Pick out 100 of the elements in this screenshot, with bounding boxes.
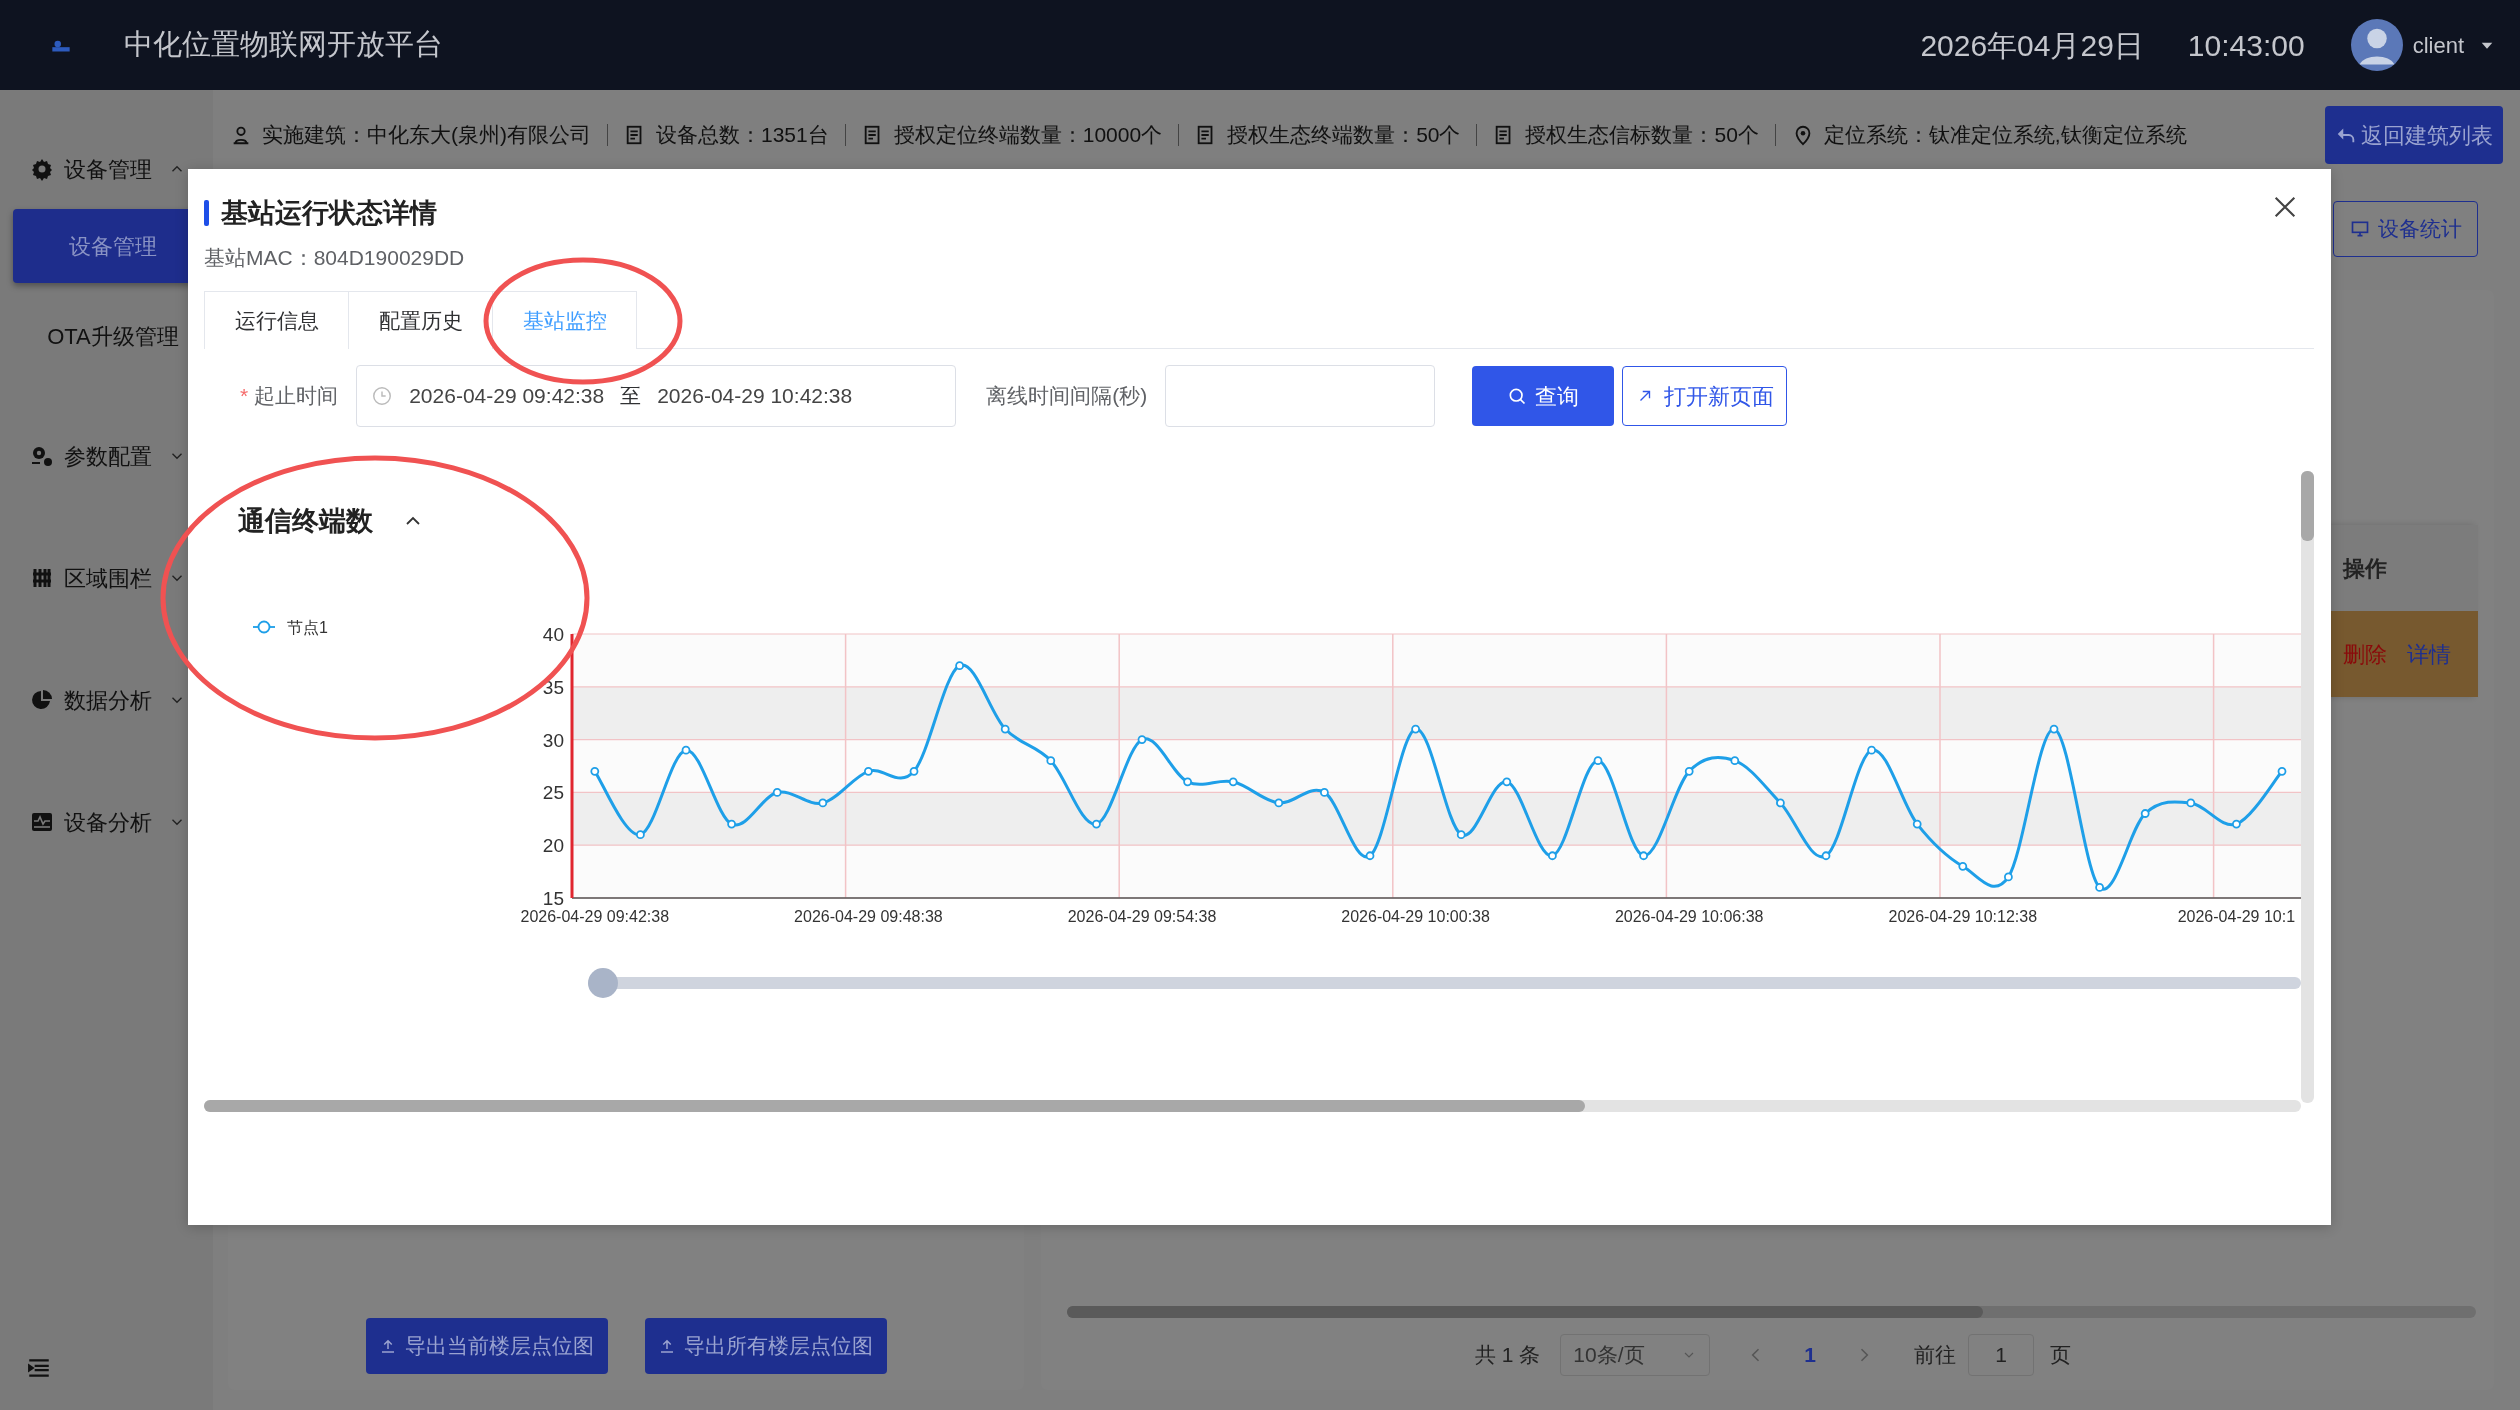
export-button[interactable]: 导出当前楼层点位图 <box>365 1318 608 1374</box>
data-point <box>1639 850 1648 860</box>
export-button[interactable]: 导出所有楼层点位图 <box>644 1318 887 1374</box>
data-point <box>1548 850 1557 860</box>
open-page-button[interactable]: 打开新页面 <box>1622 366 1788 426</box>
y-axis-label: 30 <box>542 729 564 751</box>
info-text: 授权生态终端数量：50个 <box>1227 122 1461 149</box>
info-text: 授权定位终端数量：10000个 <box>893 122 1163 149</box>
data-point <box>864 766 873 776</box>
data-point <box>1776 798 1785 807</box>
page-size-select[interactable]: 10条/页 <box>1560 1334 1711 1376</box>
data-point <box>2186 798 2196 807</box>
info-text: 实施建筑：中化东大(泉州)有限公司 <box>262 122 591 149</box>
vertical-scrollbar[interactable] <box>2301 471 2314 1103</box>
data-point <box>2277 766 2287 776</box>
interval-input[interactable] <box>1165 365 1436 427</box>
data-point <box>1000 724 1010 733</box>
data-point <box>636 829 645 839</box>
data-point <box>1183 776 1192 786</box>
data-point <box>681 745 691 755</box>
sidebar-item[interactable]: 设备分析 <box>0 761 213 883</box>
sidebar-item[interactable]: 参数配置 <box>0 395 213 517</box>
x-axis-label: 2026-04-29 10:06:38 <box>1614 907 1764 925</box>
data-point <box>1456 829 1466 839</box>
data-point <box>1912 819 1922 828</box>
tab[interactable]: 配置历史 <box>348 291 493 349</box>
sidebar-item[interactable]: 区域围栏 <box>0 517 213 639</box>
column-header: 操作 <box>2331 525 2478 611</box>
page-suffix: 页 <box>2050 1342 2072 1369</box>
x-axis-label: 2026-04-29 09:48:38 <box>794 907 943 925</box>
y-axis-label: 20 <box>542 834 564 856</box>
info-text: 定位系统：钛准定位系统,钛衡定位系统 <box>1823 122 2187 149</box>
data-point <box>818 798 828 807</box>
data-point <box>1593 755 1603 765</box>
data-point <box>1092 819 1101 828</box>
x-axis-label: 2026-04-29 10:12:38 <box>1888 907 2038 925</box>
scrollbar[interactable] <box>1067 1306 2476 1318</box>
avatar-icon[interactable] <box>2350 19 2403 71</box>
date-text: 2026年04月29日 <box>1920 27 2144 64</box>
data-point <box>1365 850 1375 860</box>
data-point <box>2049 724 2059 733</box>
data-point <box>1411 724 1420 733</box>
data-point <box>1867 745 1876 755</box>
clock-icon <box>371 385 394 407</box>
title-accent-bar <box>204 200 209 227</box>
range-label: 起止时间 <box>254 383 339 410</box>
monitor-icon <box>2349 219 2370 239</box>
dialog-title: 基站运行状态详情 <box>221 197 437 230</box>
y-axis-label: 25 <box>542 781 564 803</box>
data-point <box>1502 776 1512 786</box>
data-point <box>1684 766 1694 776</box>
data-point <box>1137 734 1147 744</box>
data-point <box>727 819 736 828</box>
y-axis-label: 40 <box>542 623 564 645</box>
info-text: 设备总数：1351台 <box>656 122 829 149</box>
tab[interactable]: 运行信息 <box>204 291 349 349</box>
goto-label: 前往 <box>1914 1342 1957 1369</box>
required-mark: * <box>240 383 249 410</box>
x-axis-label: 2026-04-29 10:00:38 <box>1341 907 1490 925</box>
search-icon <box>1507 386 1528 406</box>
data-point <box>590 766 600 776</box>
data-point <box>909 766 919 776</box>
total-count: 共 1 条 <box>1475 1342 1541 1369</box>
app-title: 中化位置物联网开放平台 <box>124 27 443 63</box>
zoom-slider[interactable] <box>588 967 2301 998</box>
section-title: 通信终端数 <box>238 505 373 538</box>
x-axis-label: 2026-04-29 10:1 <box>2177 907 2296 925</box>
data-point <box>2095 882 2104 892</box>
sidebar-item[interactable]: 数据分析 <box>0 639 213 761</box>
interval-label: 离线时间间隔(秒) <box>986 383 1148 410</box>
upload-icon <box>658 1337 676 1355</box>
page-number[interactable]: 1 <box>1804 1339 1817 1371</box>
date-range-field[interactable]: 2026-04-29 09:42:38 至 2026-04-29 10:42:38 <box>356 365 957 427</box>
time-text: 10:43:00 <box>2187 27 2305 64</box>
user-name: client <box>2412 31 2464 60</box>
y-axis-label: 15 <box>542 887 564 909</box>
page-input[interactable]: 1 <box>1968 1334 2035 1376</box>
upload-icon <box>379 1337 397 1355</box>
stats-button[interactable]: 设备统计 <box>2333 201 2478 257</box>
query-button[interactable]: 查询 <box>1472 366 1615 426</box>
x-axis-label: 2026-04-29 09:42:38 <box>520 907 670 925</box>
data-point <box>1958 861 1968 871</box>
data-point <box>1821 850 1831 860</box>
horizontal-scrollbar[interactable] <box>204 1100 2301 1112</box>
data-point <box>2140 808 2150 818</box>
data-point <box>1228 776 1238 786</box>
data-point <box>772 787 782 797</box>
data-point <box>955 660 964 670</box>
data-point <box>1046 755 1056 765</box>
info-text: 授权生态信标数量：50个 <box>1525 122 1759 149</box>
data-point <box>2232 819 2241 828</box>
back-button[interactable]: 返回建筑列表 <box>2325 106 2503 164</box>
data-point <box>2004 872 2013 881</box>
data-point <box>1274 798 1284 807</box>
sidebar-item[interactable]: 设备管理 <box>0 130 213 208</box>
tab[interactable]: 基站监控 <box>492 291 637 349</box>
data-point <box>1730 755 1740 765</box>
x-axis-label: 2026-04-29 09:54:38 <box>1067 907 1217 925</box>
legend-label[interactable]: 节点1 <box>287 615 328 640</box>
data-point <box>1320 787 1329 797</box>
